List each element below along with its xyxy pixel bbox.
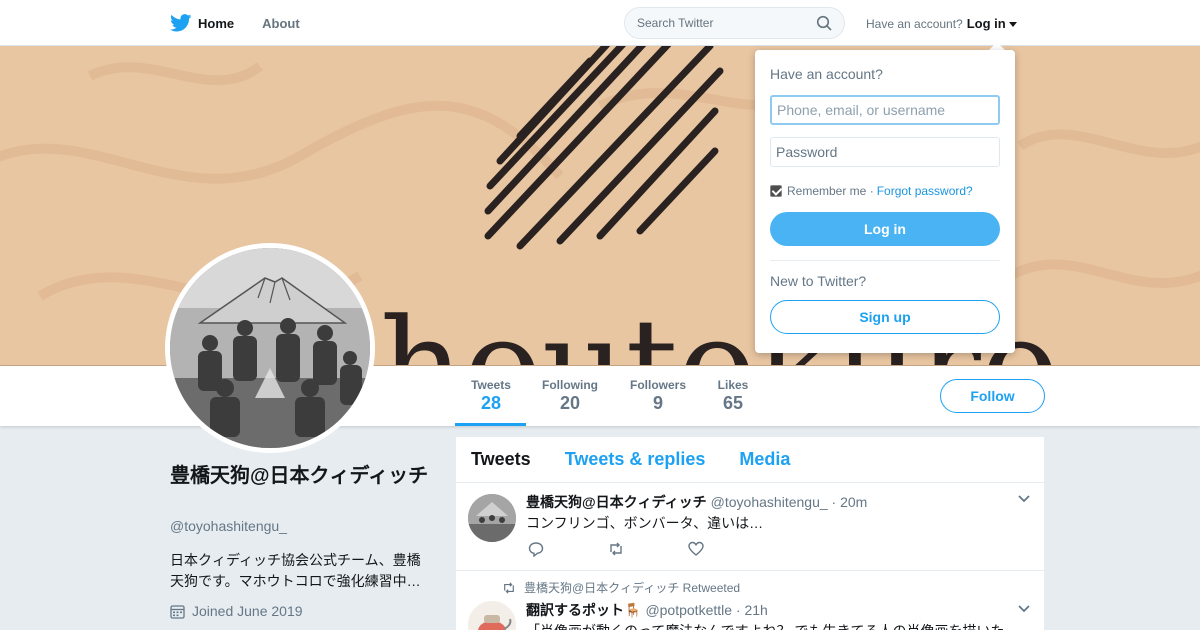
tweet-meta[interactable]: @toyohashitengu_ · 20m (711, 494, 868, 510)
stat-label: Likes (717, 378, 749, 392)
dropdown-caret (989, 42, 1005, 50)
profile-handle[interactable]: @toyohashitengu_ (170, 518, 287, 534)
tweet-header: 翻訳するポット🪑 @potpotkettle · 21h (526, 600, 768, 620)
stat-value: 20 (559, 393, 581, 413)
login-dropdown: Have an account? Phone, email, or userna… (755, 50, 1015, 353)
stat-following[interactable]: Following 20 (541, 378, 599, 414)
search-input[interactable]: Search Twitter (624, 7, 845, 39)
tab-tweets-replies[interactable]: Tweets & replies (565, 449, 706, 470)
stat-likes[interactable]: Likes 65 (716, 378, 750, 414)
dropdown-divider (770, 260, 1000, 261)
timeline-tabs: Tweets Tweets & replies Media (456, 437, 1044, 483)
stat-value: 65 (722, 393, 744, 413)
tweet-author-name[interactable]: 豊橋天狗@日本クィディッチ (526, 492, 707, 512)
nav-home[interactable]: Home (170, 14, 234, 32)
dropdown-title: Have an account? (770, 66, 883, 82)
chevron-down-icon[interactable] (1018, 605, 1030, 613)
tweet[interactable]: 豊橋天狗@日本クィディッチ @toyohashitengu_ · 20m コンフ… (456, 483, 1044, 571)
tab-tweets[interactable]: Tweets (471, 449, 531, 470)
nav-home-label: Home (198, 15, 235, 31)
retweet-icon (504, 581, 514, 594)
tweet-text: 「肖像画が動くのって魔法なんですよね？ でも生きてる人の肖像画を描いた (526, 621, 1005, 630)
username-field[interactable]: Phone, email, or username (770, 95, 1000, 125)
forgot-password-link[interactable]: Forgot password? (877, 184, 973, 198)
tweet-text: コンフリンゴ、ボンバータ、違いは… (526, 515, 764, 531)
login-menu-link[interactable]: Log in (967, 16, 1006, 31)
profile-avatar[interactable] (165, 243, 375, 453)
avatar-illustration (170, 248, 370, 448)
have-account-text: Have an account? (866, 16, 963, 31)
search-placeholder: Search Twitter (637, 16, 714, 30)
signup-button[interactable]: Sign up (770, 300, 1000, 334)
stat-label: Following (542, 378, 598, 392)
retweet-icon[interactable] (608, 541, 624, 557)
profile-joined: Joined June 2019 (170, 603, 303, 619)
stat-value: 9 (652, 393, 663, 413)
retweeted-by[interactable]: 豊橋天狗@日本クィディッチ Retweeted (524, 579, 740, 596)
username-placeholder: Phone, email, or username (777, 102, 946, 118)
retweet-context: 豊橋天狗@日本クィディッチ Retweeted (502, 579, 740, 596)
stat-label: Tweets (471, 378, 511, 392)
remember-label: Remember me · (787, 184, 874, 198)
stat-label: Followers (629, 378, 686, 392)
password-field[interactable]: Password (770, 137, 1000, 167)
caret-down-icon[interactable] (1008, 21, 1017, 27)
remember-checkbox[interactable] (770, 185, 782, 197)
follow-button[interactable]: Follow (940, 379, 1045, 413)
tweet-header: 豊橋天狗@日本クィディッチ @toyohashitengu_ · 20m (526, 492, 867, 512)
tweet-avatar-image (468, 494, 516, 542)
search-icon[interactable] (816, 15, 832, 31)
avatar-image (170, 248, 370, 448)
tweet-actions (528, 541, 768, 557)
joined-text: Joined June 2019 (192, 603, 303, 619)
tweet-avatar[interactable] (468, 494, 516, 542)
account-menu: Have an account? Log in (866, 16, 1017, 31)
nav-about[interactable]: About (262, 16, 300, 31)
top-nav: Home About Search Twitter Have an accoun… (0, 0, 1200, 46)
new-to-twitter: New to Twitter? (770, 273, 867, 289)
profile-name: 豊橋天狗@日本クィディッチ (170, 465, 429, 487)
tweet[interactable]: 豊橋天狗@日本クィディッチ Retweeted 翻訳するポット🪑 @potpot… (456, 571, 1044, 630)
profile-bio: 日本クィディッチ協会公式チーム、豊橋天狗です。マホウトコロで強化練習中… (170, 552, 421, 589)
reply-icon[interactable] (528, 541, 544, 557)
chevron-down-icon[interactable] (1018, 495, 1030, 503)
timeline: Tweets Tweets & replies Media 豊橋天狗@日本クィデ… (456, 437, 1044, 630)
nav-left: Home About (170, 0, 328, 46)
login-button[interactable]: Log in (770, 212, 1000, 246)
tweet-avatar[interactable] (468, 601, 516, 630)
nav-about-label: About (262, 15, 300, 31)
stat-value: 28 (480, 393, 502, 413)
stat-followers[interactable]: Followers 9 (628, 378, 688, 414)
twitter-bird-icon (170, 14, 192, 32)
tweet-avatar-image (468, 601, 516, 630)
stat-tweets[interactable]: Tweets 28 (470, 378, 512, 414)
tab-media[interactable]: Media (739, 449, 790, 470)
tweet-meta[interactable]: @potpotkettle · 21h (645, 602, 767, 618)
active-stat-underline (455, 423, 526, 426)
password-placeholder: Password (776, 144, 838, 160)
like-icon[interactable] (688, 541, 704, 557)
tweet-author-name[interactable]: 翻訳するポット🪑 (526, 600, 641, 620)
remember-row: Remember me · Forgot password? (770, 184, 973, 198)
calendar-icon (170, 604, 185, 619)
